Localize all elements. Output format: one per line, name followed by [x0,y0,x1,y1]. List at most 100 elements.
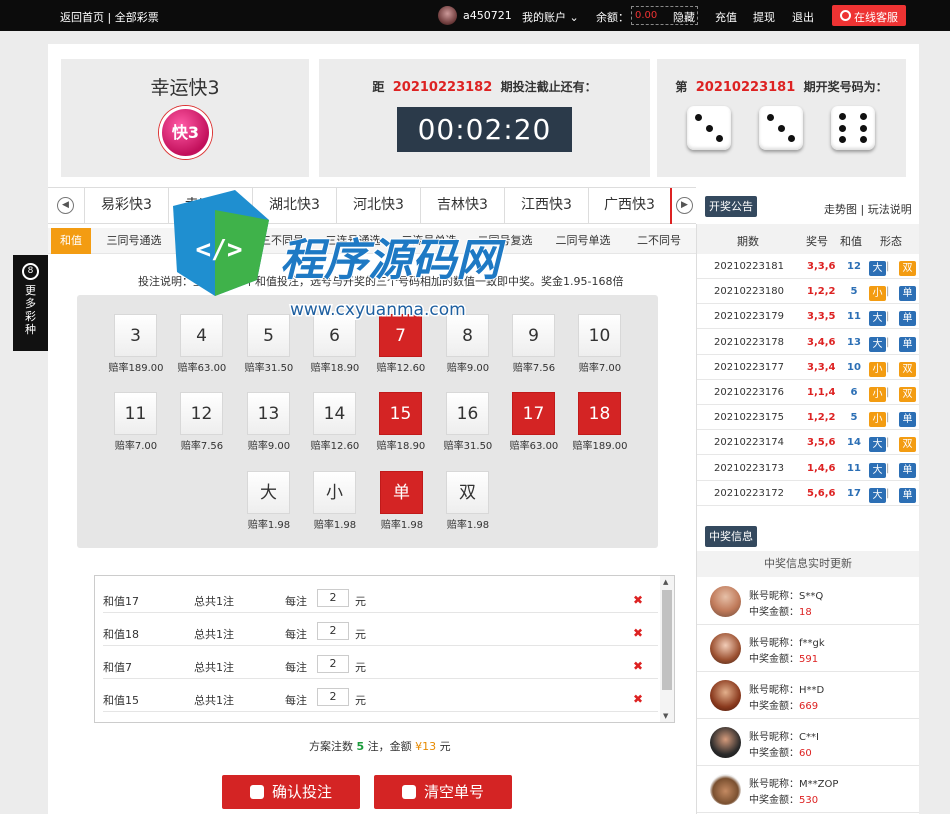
number-ball[interactable]: 13 [247,392,290,435]
scrollbar[interactable]: ▲ ▼ [660,576,674,722]
number-ball[interactable]: 14 [313,392,356,435]
number-ball[interactable]: 8 [446,314,489,357]
countdown-suffix: 期投注截止还有： [500,80,597,94]
winner-avatar [710,680,741,711]
trend-link[interactable]: 走势图 [824,203,857,216]
number-ball[interactable]: 17 [512,392,555,435]
number-ball[interactable]: 18 [578,392,621,435]
play-type-tab[interactable]: 和值 [51,228,91,254]
bet-per: 每注 [285,694,307,707]
play-type-tab[interactable]: 二不同号 [624,228,694,254]
game-tab[interactable]: 江西快3 [504,188,588,224]
game-tab[interactable]: 易彩快3 [84,188,168,224]
delete-icon[interactable]: ✖ [633,659,643,673]
ball-odds: 赔率1.98 [380,520,424,531]
delete-icon[interactable]: ✖ [633,692,643,706]
number-ball[interactable]: 10 [578,314,621,357]
winner-row: 账号昵称：S**Q 中奖金额：18 [697,578,919,625]
bet-total: 总共1注 [194,694,234,707]
bet-quantity-input[interactable]: 2 [317,688,349,706]
summary-count: 5 [356,740,365,753]
bet-quantity-input[interactable]: 2 [317,622,349,640]
trash-icon [401,785,416,799]
game-tab[interactable]: 湖北快3 [252,188,336,224]
die-pip [695,114,702,121]
win-info-button[interactable]: 中奖信息 [705,526,757,547]
ball-odds: 赔率1.98 [446,520,490,531]
delete-icon[interactable]: ✖ [633,626,643,640]
game-logo: 快3 [159,106,212,159]
draw-numbers: 3,3,4 [807,361,836,373]
draw-row: 20210223175 1,2,2 5 小 | 单 [697,405,919,431]
game-tab[interactable]: 幸运快3 [168,188,252,224]
draw-numbers: 1,1,4 [807,387,836,398]
number-ball[interactable]: 9 [512,314,555,357]
clear-bets-button[interactable]: 清空单号 [374,775,512,809]
deposit-link[interactable]: 充值 [715,9,737,25]
number-ball[interactable]: 15 [379,392,422,435]
bet-total: 总共1注 [194,661,234,674]
game-tab[interactable]: 河北快3 [336,188,420,224]
play-type-tab[interactable]: 三连号单选 [394,228,464,254]
die-pip [839,136,846,143]
draw-notice-button[interactable]: 开奖公告 [705,196,757,217]
play-type-tab[interactable]: 三同号通选 [95,228,173,254]
header-number: 奖号 [806,235,828,248]
number-ball[interactable]: 6 [313,314,356,357]
rules-link[interactable]: 玩法说明 [868,203,912,216]
bet-quantity-input[interactable]: 2 [317,655,349,673]
draw-size-badge: 大 [869,462,886,478]
bet-quantity-input[interactable]: 2 [317,589,349,607]
play-type-tab[interactable]: 二同号复选 [469,228,541,254]
home-link[interactable]: 返回首页 [60,11,104,24]
hide-balance-button[interactable]: 隐藏 [673,9,695,25]
user-avatar[interactable] [438,6,457,25]
play-type-tab[interactable]: 三不同号 [252,228,312,254]
scroll-up-icon[interactable]: ▲ [663,578,668,586]
play-type-tab[interactable]: 二同号单选 [547,228,619,254]
bet-unit: 元 [355,628,366,641]
confirm-bet-button[interactable]: 确认投注 [222,775,360,809]
number-ball[interactable]: 12 [180,392,223,435]
draw-sum: 6 [850,387,858,398]
more-lottery-tab[interactable]: 8 更多彩种 [13,255,48,351]
number-ball[interactable]: 双 [446,471,489,514]
number-ball[interactable]: 4 [180,314,223,357]
game-tab[interactable]: 广西快3 [588,188,672,224]
withdraw-link[interactable]: 提现 [753,9,775,25]
number-ball[interactable]: 7 [379,314,422,357]
username[interactable]: a450721 [463,9,512,22]
top-bar: 返回首页 | 全部彩票 a450721 我的账户 ⌄ 余额： 0.00 隐藏 充… [0,0,950,31]
delete-icon[interactable]: ✖ [633,593,643,607]
draw-sep: | [886,387,890,398]
winner-amount: 中奖金额：530 [749,791,818,806]
bet-total: 总共1注 [194,595,234,608]
customer-service-button[interactable]: 在线客服 [832,5,906,26]
my-account-menu[interactable]: 我的账户 ⌄ [522,9,579,25]
play-type-tab[interactable]: 三同号单选 [179,228,249,254]
play-type-tab[interactable]: 三连号通选 [317,228,389,254]
draw-issue: 20210223181 [714,261,784,272]
number-ball[interactable]: 16 [446,392,489,435]
chevron-left-icon[interactable]: ◀ [57,197,74,214]
logout-link[interactable]: 退出 [792,9,814,25]
scroll-down-icon[interactable]: ▼ [663,712,668,720]
number-ball[interactable]: 5 [247,314,290,357]
summary-pre: 方案注数 [309,740,353,753]
number-ball[interactable]: 大 [247,471,290,514]
number-ball[interactable]: 小 [313,471,356,514]
ball-odds: 赔率31.50 [244,363,294,374]
ball-odds: 赔率7.56 [512,363,556,374]
game-tab[interactable]: 吉林快3 [420,188,504,224]
number-ball[interactable]: 单 [380,471,423,514]
result-suffix: 期开奖号码为： [803,80,888,94]
all-lottery-link[interactable]: 全部彩票 [115,11,159,24]
number-ball[interactable]: 11 [114,392,157,435]
chevron-right-icon[interactable]: ▶ [676,197,693,214]
summary-post: 元 [439,740,451,753]
draw-sep: | [886,311,890,323]
scroll-thumb[interactable] [662,590,672,690]
winner-nick-label: 账号昵称： [749,638,799,649]
die-pip [716,135,723,142]
number-ball[interactable]: 3 [114,314,157,357]
